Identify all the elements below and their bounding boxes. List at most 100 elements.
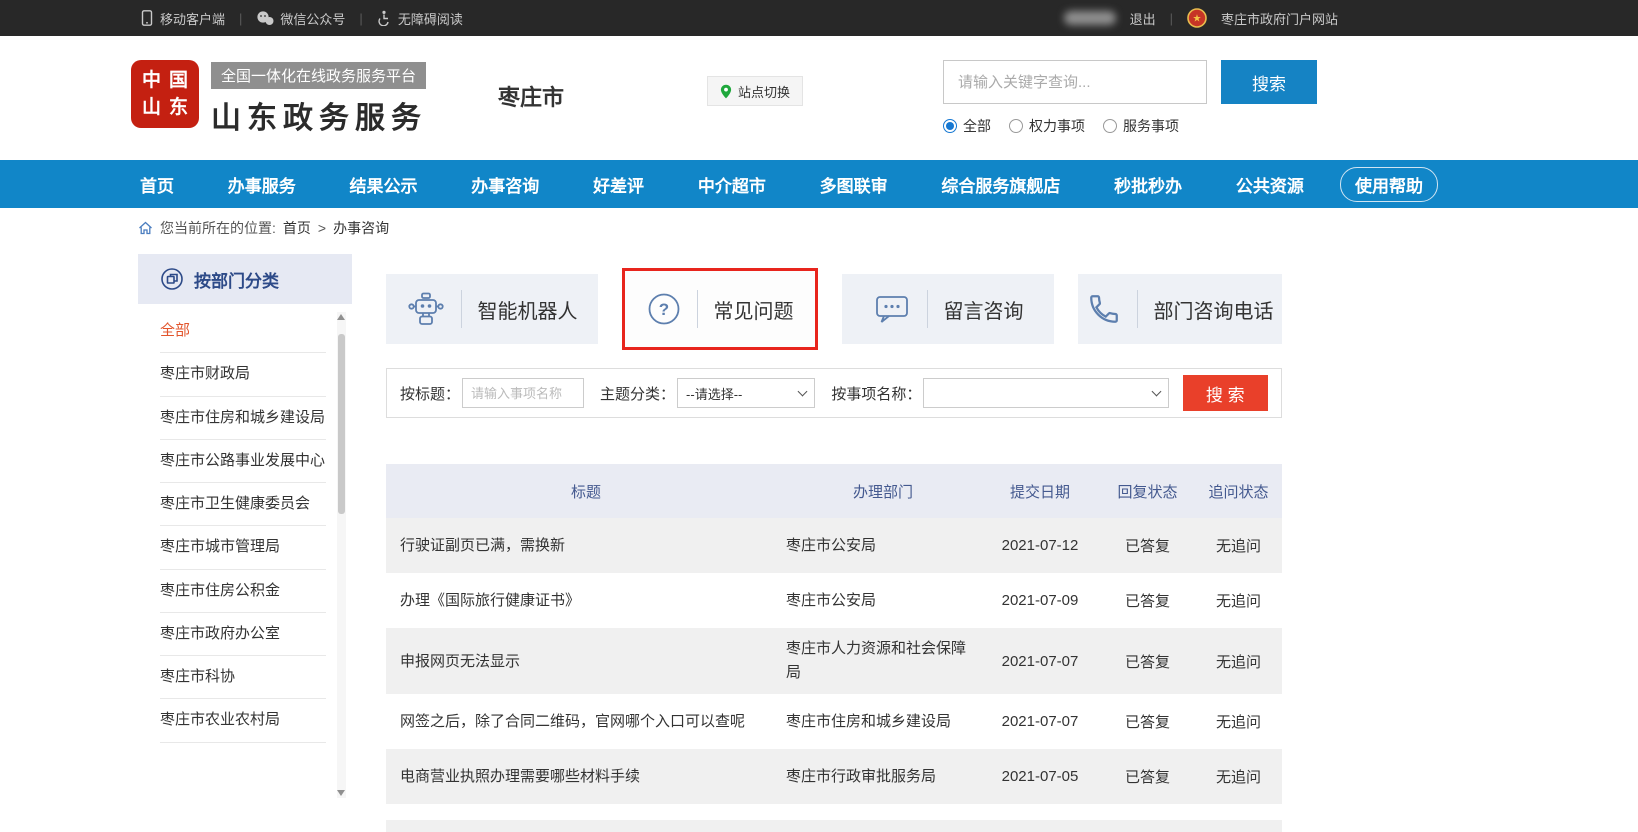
nav-item[interactable]: 办事服务 bbox=[226, 168, 298, 201]
nav-item[interactable]: 结果公示 bbox=[348, 168, 420, 201]
row-reply-status: 已答复 bbox=[1100, 535, 1195, 556]
table-header: 标题办理部门提交日期回复状态追问状态 bbox=[386, 464, 1282, 518]
filter-title-input[interactable] bbox=[462, 378, 584, 408]
mobile-icon bbox=[140, 10, 154, 26]
department-label[interactable]: 枣庄市卫生健康委员会 bbox=[160, 495, 310, 512]
department-label[interactable]: 全部 bbox=[160, 322, 190, 339]
department-label[interactable]: 枣庄市科协 bbox=[160, 668, 235, 685]
header: 中国山东 全国一体化在线政务服务平台 山东政务服务 枣庄市 站点切换 搜索 bbox=[0, 36, 1638, 160]
national-emblem-icon: ★ bbox=[1187, 8, 1207, 28]
nav-item[interactable]: 秒批秒办 bbox=[1112, 168, 1184, 201]
nav-item[interactable]: 多图联审 bbox=[818, 168, 890, 201]
table-row[interactable]: 电商营业执照办理需要哪些材料手续 枣庄市行政审批服务局 2021-07-05 已… bbox=[386, 749, 1282, 804]
row-title[interactable]: 行驶证副页已满，需换新 bbox=[386, 535, 786, 556]
row-title[interactable]: 申报网页无法显示 bbox=[386, 651, 786, 672]
nav-item[interactable]: 首页 bbox=[138, 168, 176, 201]
tab-label: 智能机器人 bbox=[478, 295, 578, 324]
search-scope-radio[interactable]: 服务事项 bbox=[1103, 116, 1179, 136]
nav-item[interactable]: 好差评 bbox=[591, 168, 646, 201]
department-label[interactable]: 枣庄市公路事业发展中心 bbox=[160, 452, 325, 469]
item-name-select[interactable] bbox=[923, 378, 1168, 408]
help-button[interactable]: 使用帮助 bbox=[1340, 167, 1438, 202]
breadcrumb-home[interactable]: 首页 bbox=[283, 218, 311, 238]
portal-link[interactable]: 枣庄市政府门户网站 bbox=[1221, 9, 1338, 28]
filter-title-label: 按标题： bbox=[400, 383, 460, 404]
department-list-item[interactable]: 枣庄市住房公积金 bbox=[160, 570, 326, 613]
department-list-item[interactable]: 枣庄市科协 bbox=[160, 656, 326, 699]
department-label[interactable]: 枣庄市住房和城乡建设局 bbox=[160, 409, 325, 426]
topbar-separator: | bbox=[1170, 11, 1173, 26]
logout-link[interactable]: 退出 bbox=[1130, 9, 1156, 28]
row-title[interactable]: 电商营业执照办理需要哪些材料手续 bbox=[386, 766, 786, 787]
department-list-item[interactable]: 枣庄市城市管理局 bbox=[160, 526, 326, 569]
filter-topic-label: 主题分类： bbox=[600, 383, 675, 404]
table-row-partial bbox=[386, 820, 1282, 832]
row-date: 2021-07-07 bbox=[980, 713, 1100, 730]
row-followup-status: 无追问 bbox=[1195, 535, 1282, 556]
department-list-item[interactable]: 枣庄市财政局 bbox=[160, 353, 326, 396]
department-label[interactable]: 枣庄市政府办公室 bbox=[160, 625, 280, 642]
header-search-button[interactable]: 搜索 bbox=[1221, 60, 1317, 104]
table-row[interactable]: 申报网页无法显示 枣庄市人力资源和社会保障局 2021-07-07 已答复 无追… bbox=[386, 628, 1282, 694]
mobile-client-link[interactable]: 移动客户端 bbox=[140, 9, 225, 28]
nav-item[interactable]: 中介超市 bbox=[696, 168, 768, 201]
nav-item[interactable]: 综合服务旗舰店 bbox=[939, 168, 1062, 201]
sidebar-scrollbar[interactable] bbox=[337, 312, 346, 798]
scroll-down-icon[interactable] bbox=[337, 790, 345, 796]
sidebar-header: 按部门分类 bbox=[138, 254, 352, 304]
tab-faq[interactable]: ? 常见问题 bbox=[622, 268, 818, 350]
search-scope-radio[interactable]: 全部 bbox=[943, 116, 991, 136]
site-switch-button[interactable]: 站点切换 bbox=[707, 76, 803, 106]
card-divider bbox=[697, 290, 698, 328]
department-list-item[interactable]: 枣庄市公路事业发展中心 bbox=[160, 440, 326, 483]
row-title[interactable]: 网签之后，除了合同二维码，官网哪个入口可以查呢 bbox=[386, 711, 786, 732]
table-column-header: 标题 bbox=[386, 481, 786, 502]
breadcrumb-prefix: 您当前所在的位置: bbox=[160, 218, 276, 238]
keyword-search-input[interactable] bbox=[943, 60, 1207, 104]
location-pin-icon bbox=[720, 84, 732, 99]
search-scope-radios: 全部 权力事项 服务事项 bbox=[943, 116, 1323, 136]
tab-label: 常见问题 bbox=[714, 295, 794, 324]
home-icon bbox=[138, 221, 153, 235]
department-list-item[interactable]: 枣庄市卫生健康委员会 bbox=[160, 483, 326, 526]
radio-label: 权力事项 bbox=[1029, 116, 1085, 136]
radio-icon bbox=[1103, 119, 1117, 133]
accessibility-link[interactable]: 无障碍阅读 bbox=[377, 9, 463, 28]
current-city-label: 枣庄市 bbox=[498, 80, 564, 112]
department-list-item[interactable]: 全部 bbox=[160, 310, 326, 353]
table-row[interactable]: 网签之后，除了合同二维码，官网哪个入口可以查呢 枣庄市住房和城乡建设局 2021… bbox=[386, 694, 1282, 749]
department-list-item[interactable]: 枣庄市农业农村局 bbox=[160, 699, 326, 742]
tab-smart-robot[interactable]: 智能机器人 bbox=[386, 274, 598, 344]
table-row[interactable]: 行驶证副页已满，需换新 枣庄市公安局 2021-07-12 已答复 无追问 bbox=[386, 518, 1282, 573]
table-row[interactable]: 办理《国际旅行健康证书》 枣庄市公安局 2021-07-09 已答复 无追问 bbox=[386, 573, 1282, 628]
filter-search-button[interactable]: 搜 索 bbox=[1183, 375, 1268, 411]
department-label[interactable]: 枣庄市城市管理局 bbox=[160, 538, 280, 555]
svg-text:★: ★ bbox=[1193, 14, 1202, 25]
table-column-header: 提交日期 bbox=[980, 481, 1100, 502]
tab-message-consult[interactable]: 留言咨询 bbox=[842, 274, 1054, 344]
row-title[interactable]: 办理《国际旅行健康证书》 bbox=[386, 590, 786, 611]
radio-label: 服务事项 bbox=[1123, 116, 1179, 136]
department-list-item[interactable]: 枣庄市住房和城乡建设局 bbox=[160, 397, 326, 440]
table-column-header: 追问状态 bbox=[1195, 481, 1282, 502]
department-label[interactable]: 枣庄市财政局 bbox=[160, 365, 250, 382]
search-scope-radio[interactable]: 权力事项 bbox=[1009, 116, 1085, 136]
seal-char: 国 bbox=[169, 71, 188, 90]
topbar: 移动客户端 | 微信公众号 | 无障碍阅读 退出 | ★ 枣庄市政府门户网站 bbox=[0, 0, 1638, 36]
scroll-up-icon[interactable] bbox=[337, 314, 345, 320]
nav-item[interactable]: 公共资源 bbox=[1234, 168, 1306, 201]
tab-label: 留言咨询 bbox=[944, 295, 1024, 324]
row-reply-status: 已答复 bbox=[1100, 711, 1195, 732]
department-label[interactable]: 枣庄市农业农村局 bbox=[160, 711, 280, 728]
tab-department-phone[interactable]: 部门咨询电话 bbox=[1078, 274, 1282, 344]
topbar-separator: | bbox=[359, 11, 362, 26]
department-label[interactable]: 枣庄市住房公积金 bbox=[160, 582, 280, 599]
topbar-separator: | bbox=[239, 11, 242, 26]
wechat-link[interactable]: 微信公众号 bbox=[256, 9, 345, 28]
nav-item[interactable]: 办事咨询 bbox=[469, 168, 541, 201]
site-logo[interactable]: 中国山东 全国一体化在线政务服务平台 山东政务服务 bbox=[133, 62, 427, 137]
department-list-item[interactable]: 枣庄市政府办公室 bbox=[160, 613, 326, 656]
topic-select[interactable]: --请选择-- bbox=[677, 378, 815, 408]
topbar-right: 退出 | ★ 枣庄市政府门户网站 bbox=[1064, 8, 1338, 28]
scrollbar-thumb[interactable] bbox=[338, 334, 345, 514]
